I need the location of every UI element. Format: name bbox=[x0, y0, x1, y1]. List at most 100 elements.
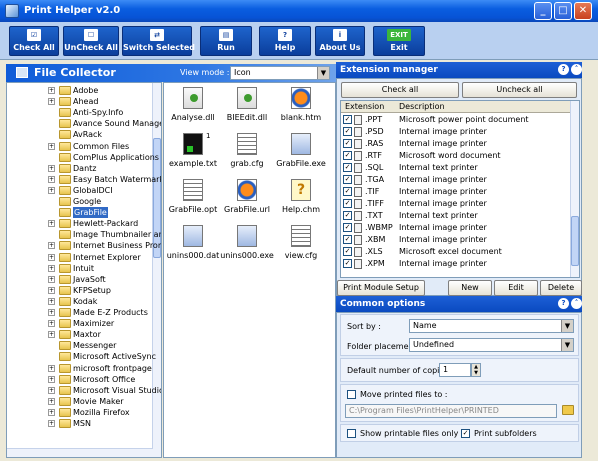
file-item[interactable]: view.cfg bbox=[274, 225, 328, 260]
extension-row[interactable]: ✓ .TGA Internal image printer bbox=[341, 174, 571, 186]
run-button[interactable]: ▤ Run bbox=[200, 26, 252, 56]
new-button[interactable]: New bbox=[448, 280, 492, 296]
extension-row[interactable]: ✓ .PSD Internal image printer bbox=[341, 126, 571, 138]
expand-icon[interactable]: + bbox=[48, 309, 55, 316]
extension-list-scrollbar[interactable] bbox=[570, 101, 579, 277]
extension-checkbox[interactable]: ✓ bbox=[343, 223, 352, 232]
expand-icon[interactable]: + bbox=[48, 275, 55, 283]
extension-row[interactable]: ✓ .TIFF Internal image printer bbox=[341, 198, 571, 210]
tree-item[interactable]: Microsoft ActiveSync bbox=[7, 351, 156, 362]
tree-item[interactable]: Google bbox=[7, 196, 155, 207]
col-extension[interactable]: Extension bbox=[345, 102, 384, 111]
close-button[interactable]: ✕ bbox=[574, 2, 592, 20]
exit-button[interactable]: EXIT Exit bbox=[373, 26, 425, 56]
expand-icon[interactable]: + bbox=[48, 386, 55, 394]
tree-item[interactable]: + GlobalDCI bbox=[7, 185, 155, 196]
check-all-extensions-button[interactable]: Check all bbox=[341, 82, 459, 98]
tree-item[interactable]: + Maxtor bbox=[7, 329, 155, 340]
extension-row[interactable]: ✓ .PPT Microsoft power point document bbox=[341, 114, 571, 126]
help-icon[interactable]: ? bbox=[558, 298, 569, 309]
print-subfolders-checkbox[interactable]: ✓ bbox=[461, 429, 470, 438]
tree-item[interactable]: + Microsoft Visual Studio bbox=[7, 385, 161, 396]
tree-item[interactable]: + Made E-Z Products bbox=[7, 307, 155, 318]
tree-item[interactable]: + Kodak bbox=[7, 296, 155, 307]
expand-icon[interactable]: + bbox=[48, 297, 55, 305]
file-item[interactable]: Analyse.dll bbox=[166, 87, 220, 122]
extension-row[interactable]: ✓ .RTF Microsoft word document bbox=[341, 150, 571, 162]
file-item[interactable]: GrabFile.exe bbox=[274, 133, 328, 168]
expand-icon[interactable]: + bbox=[48, 375, 55, 383]
extension-row[interactable]: ✓ .XPM Internal image printer bbox=[341, 258, 571, 270]
uncheck-all-extensions-button[interactable]: Uncheck all bbox=[462, 82, 577, 98]
tree-item[interactable]: Messenger bbox=[7, 340, 155, 351]
expand-icon[interactable]: + bbox=[48, 164, 55, 172]
expand-icon[interactable]: + bbox=[48, 397, 55, 405]
tree-item[interactable]: + Ahead bbox=[7, 96, 155, 107]
folder-tree[interactable]: + Adobe + Ahead Anti-Spy.Info Avance Sound Ma… bbox=[6, 82, 162, 458]
help-button[interactable]: ? Help bbox=[259, 26, 311, 56]
tree-horizontal-scrollbar[interactable] bbox=[7, 448, 153, 457]
tree-item[interactable]: + Movie Maker bbox=[7, 396, 155, 407]
expand-icon[interactable]: + bbox=[48, 242, 55, 250]
tree-item[interactable]: + Mozilla Firefox bbox=[7, 407, 155, 418]
extension-row[interactable]: ✓ .WBMP Internal image printer bbox=[341, 222, 571, 234]
chevron-down-icon[interactable]: ▼ bbox=[561, 339, 573, 351]
expand-icon[interactable]: + bbox=[48, 220, 55, 228]
tree-item[interactable]: + Internet Business Promo bbox=[7, 240, 161, 251]
print-module-setup-button[interactable]: Print Module Setup bbox=[337, 280, 425, 296]
extension-checkbox[interactable]: ✓ bbox=[343, 235, 352, 244]
extension-row[interactable]: ✓ .TXT Internal text printer bbox=[341, 210, 571, 222]
show-printable-checkbox[interactable] bbox=[347, 429, 356, 438]
extension-checkbox[interactable]: ✓ bbox=[343, 151, 352, 160]
expand-icon[interactable]: + bbox=[48, 87, 55, 94]
file-item[interactable]: GrabFile.opt bbox=[166, 179, 220, 214]
edit-button[interactable]: Edit bbox=[494, 280, 538, 296]
tree-item[interactable]: + microsoft frontpage bbox=[7, 363, 155, 374]
scrollbar-thumb[interactable] bbox=[571, 216, 579, 266]
expand-icon[interactable]: + bbox=[48, 98, 55, 106]
extension-row[interactable]: ✓ .RAS Internal image printer bbox=[341, 138, 571, 150]
extension-checkbox[interactable]: ✓ bbox=[343, 247, 352, 256]
uncheck-all-button[interactable]: ☐ UnCheck All bbox=[63, 26, 119, 56]
extension-checkbox[interactable]: ✓ bbox=[343, 163, 352, 172]
move-printed-checkbox[interactable] bbox=[347, 390, 356, 399]
view-mode-select[interactable]: Icon ▼ bbox=[230, 66, 330, 80]
minimize-button[interactable]: _ bbox=[534, 2, 552, 20]
folder-placement-select[interactable]: Undefined ▼ bbox=[409, 338, 574, 352]
collapse-icon[interactable]: ˄ bbox=[571, 298, 582, 309]
tree-item[interactable]: GrabFile bbox=[7, 207, 155, 219]
switch-selected-button[interactable]: ⇄ Switch Selected bbox=[122, 26, 195, 56]
extension-checkbox[interactable]: ✓ bbox=[343, 199, 352, 208]
folder-browse-icon[interactable] bbox=[562, 405, 574, 415]
tree-item[interactable]: Image Thumbnailer and bbox=[7, 229, 161, 240]
extension-checkbox[interactable]: ✓ bbox=[343, 115, 352, 124]
tree-item[interactable]: + Hewlett-Packard bbox=[7, 218, 155, 229]
tree-item[interactable]: + Common Files bbox=[7, 141, 155, 152]
tree-item[interactable]: + Dantz bbox=[7, 163, 155, 174]
tree-item[interactable]: + Adobe bbox=[7, 85, 155, 96]
file-item[interactable]: blank.htm bbox=[274, 87, 328, 122]
tree-item[interactable]: + Easy Batch Watermark bbox=[7, 174, 161, 185]
about-us-button[interactable]: i About Us bbox=[315, 26, 365, 56]
tree-item[interactable]: + KFPSetup bbox=[7, 285, 155, 296]
extension-row[interactable]: ✓ .TIF Internal image printer bbox=[341, 186, 571, 198]
extension-checkbox[interactable]: ✓ bbox=[343, 139, 352, 148]
delete-button[interactable]: Delete bbox=[540, 280, 582, 296]
sort-by-select[interactable]: Name ▼ bbox=[409, 319, 574, 333]
expand-icon[interactable]: + bbox=[48, 253, 55, 261]
extension-list[interactable]: Extension Description ✓ .PPT Microsoft pow… bbox=[340, 100, 580, 278]
file-item[interactable]: Help.chm bbox=[274, 179, 328, 214]
maximize-button[interactable]: □ bbox=[554, 2, 572, 20]
expand-icon[interactable]: + bbox=[48, 331, 55, 339]
file-item[interactable]: grab.cfg bbox=[220, 133, 274, 168]
expand-icon[interactable]: + bbox=[48, 186, 55, 194]
file-item[interactable]: 1 example.txt bbox=[166, 132, 220, 168]
check-all-button[interactable]: ☑ Check All bbox=[9, 26, 59, 56]
expand-icon[interactable]: + bbox=[48, 408, 55, 416]
file-item[interactable]: unins000.dat bbox=[166, 225, 220, 260]
expand-icon[interactable]: + bbox=[48, 364, 55, 372]
expand-icon[interactable]: + bbox=[48, 420, 55, 427]
tree-item[interactable]: ComPlus Applications bbox=[7, 152, 159, 163]
tree-item[interactable]: + Intuit bbox=[7, 263, 155, 274]
extension-checkbox[interactable]: ✓ bbox=[343, 259, 352, 268]
